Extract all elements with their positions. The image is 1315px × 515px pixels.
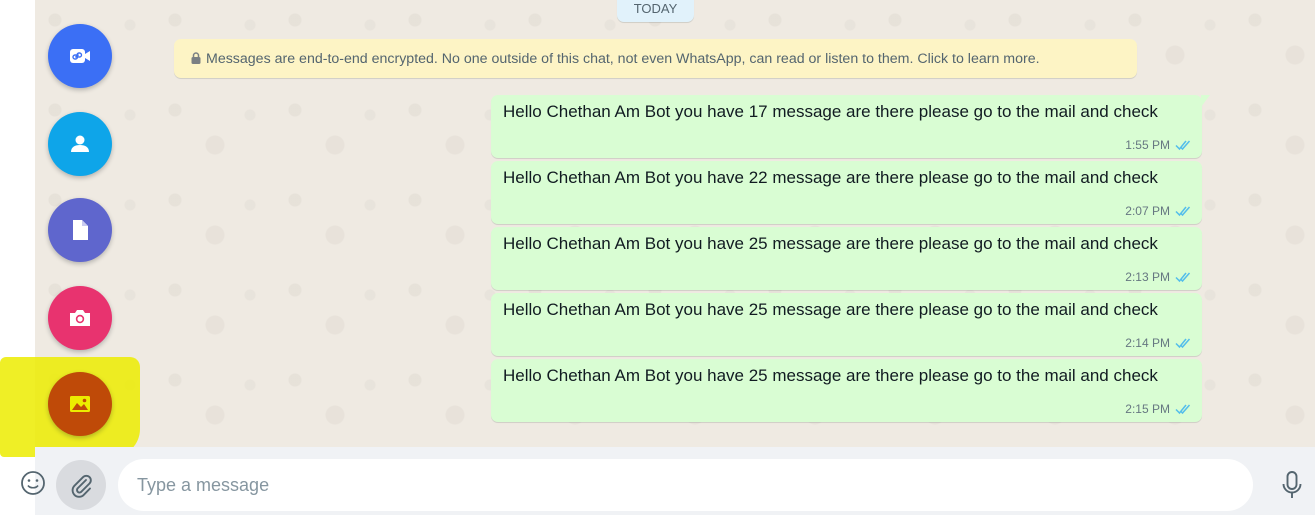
message-input[interactable] bbox=[118, 459, 1253, 511]
message-time: 2:15 PM bbox=[1125, 402, 1170, 416]
bubble-tail bbox=[1201, 95, 1210, 107]
message-text: Hello Chethan Am Bot you have 25 message… bbox=[503, 234, 1158, 253]
lock-icon bbox=[191, 51, 201, 64]
camera-button[interactable] bbox=[48, 286, 112, 350]
link-video-icon bbox=[70, 49, 90, 63]
microphone-icon[interactable] bbox=[1279, 470, 1305, 500]
camera-icon bbox=[70, 310, 90, 326]
gallery-icon bbox=[70, 396, 90, 412]
message-time: 1:55 PM bbox=[1125, 138, 1170, 152]
paperclip-icon bbox=[71, 474, 92, 498]
photos-videos-button[interactable] bbox=[48, 372, 112, 436]
message-bubble[interactable]: Hello Chethan Am Bot you have 17 message… bbox=[491, 95, 1210, 158]
double-tick-icon bbox=[1175, 140, 1191, 151]
message-bubble[interactable]: Hello Chethan Am Bot you have 25 message… bbox=[491, 359, 1202, 422]
message-text: Hello Chethan Am Bot you have 25 message… bbox=[503, 366, 1158, 385]
message-bubble[interactable]: Hello Chethan Am Bot you have 25 message… bbox=[491, 227, 1202, 290]
double-tick-icon bbox=[1175, 404, 1191, 415]
double-tick-icon bbox=[1175, 338, 1191, 349]
double-tick-icon bbox=[1175, 206, 1191, 217]
double-tick-icon bbox=[1175, 272, 1191, 283]
date-divider: TODAY bbox=[617, 0, 694, 22]
document-button[interactable] bbox=[48, 198, 112, 262]
message-text: Hello Chethan Am Bot you have 25 message… bbox=[503, 300, 1158, 319]
message-bubble[interactable]: Hello Chethan Am Bot you have 25 message… bbox=[491, 293, 1202, 356]
message-text: Hello Chethan Am Bot you have 22 message… bbox=[503, 168, 1158, 187]
message-time: 2:13 PM bbox=[1125, 270, 1170, 284]
attach-button[interactable] bbox=[56, 460, 106, 510]
contact-icon bbox=[71, 135, 89, 152]
message-text: Hello Chethan Am Bot you have 17 message… bbox=[503, 102, 1158, 121]
video-call-link-button[interactable] bbox=[48, 24, 112, 88]
emoji-icon[interactable] bbox=[20, 470, 46, 496]
encryption-notice[interactable]: Messages are end-to-end encrypted. No on… bbox=[174, 39, 1137, 78]
message-bubble[interactable]: Hello Chethan Am Bot you have 22 message… bbox=[491, 161, 1202, 224]
document-icon bbox=[73, 220, 88, 240]
message-time: 2:07 PM bbox=[1125, 204, 1170, 218]
contact-button[interactable] bbox=[48, 112, 112, 176]
encryption-notice-text: Messages are end-to-end encrypted. No on… bbox=[206, 50, 1040, 67]
message-time: 2:14 PM bbox=[1125, 336, 1170, 350]
